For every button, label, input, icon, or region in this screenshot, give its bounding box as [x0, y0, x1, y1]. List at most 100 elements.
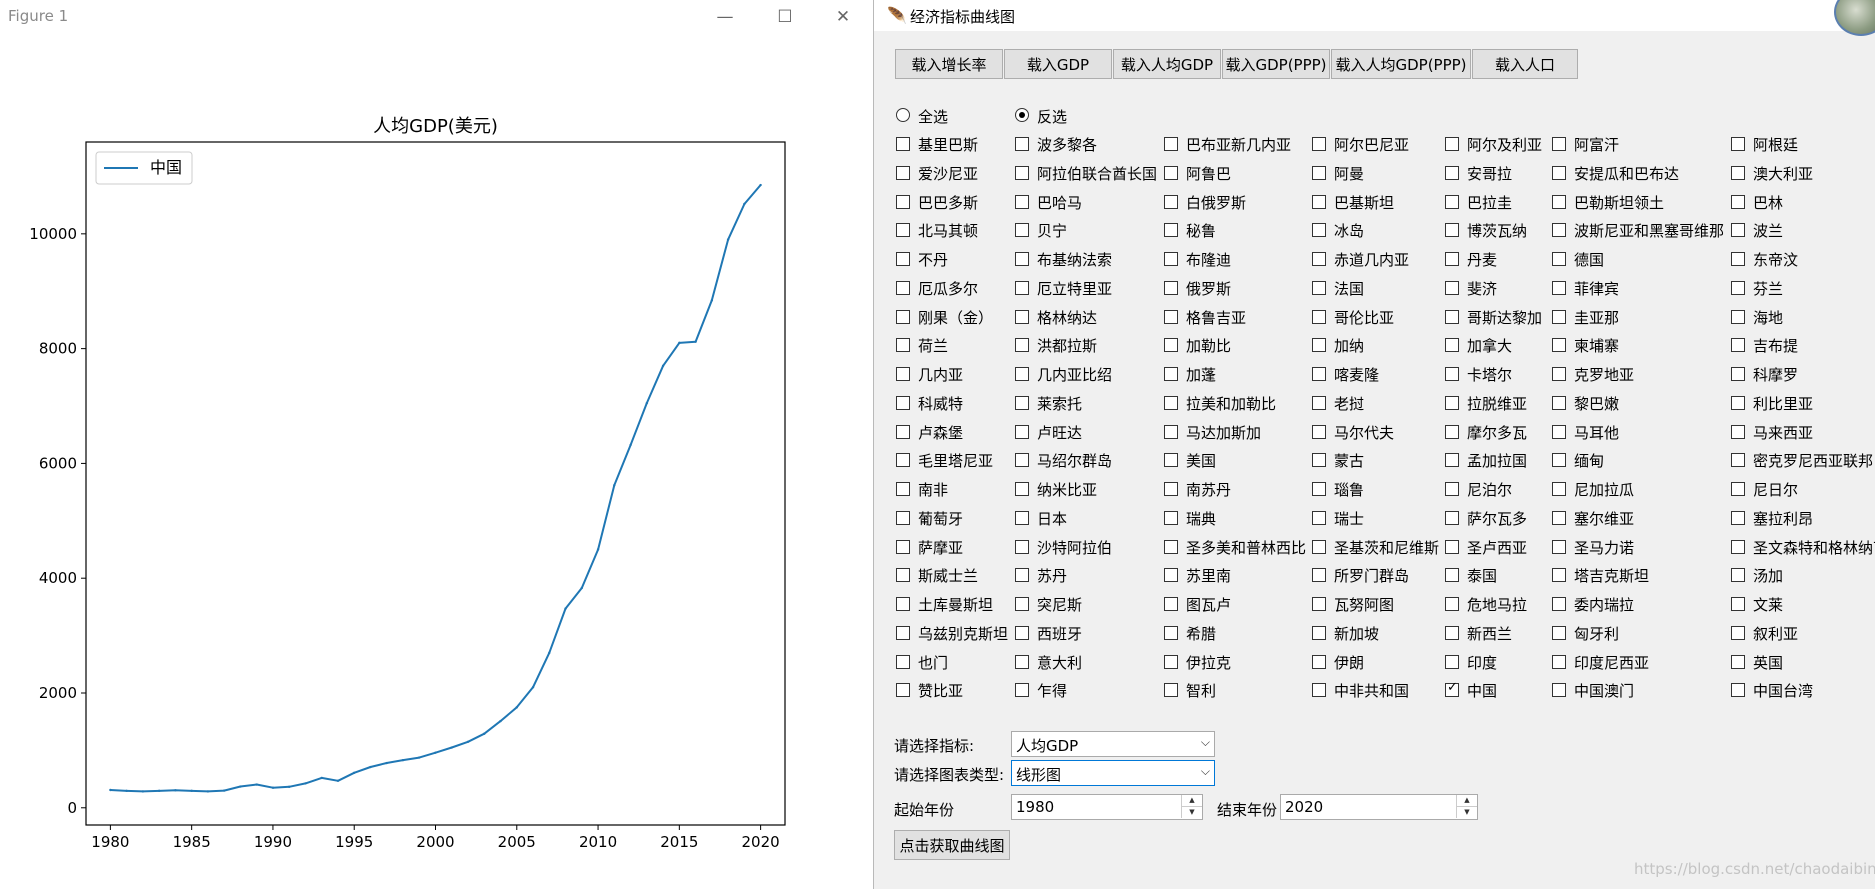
- checkbox-indicator[interactable]: [896, 280, 910, 295]
- checkbox-indicator[interactable]: [1312, 482, 1326, 496]
- checkbox-indicator[interactable]: [1312, 568, 1326, 583]
- checkbox-indicator[interactable]: [1445, 680, 1459, 698]
- checkbox-indicator[interactable]: [1164, 654, 1178, 669]
- checkbox-indicator[interactable]: [1445, 453, 1459, 468]
- checkbox-indicator[interactable]: [1731, 482, 1745, 496]
- checkbox-indicator[interactable]: [896, 395, 910, 410]
- checkbox-indicator[interactable]: [896, 223, 910, 238]
- checkbox-indicator[interactable]: [1015, 395, 1029, 410]
- spin-down-icon[interactable]: ▼: [1456, 807, 1477, 818]
- start-year-spinbox[interactable]: 1980 ▲ ▼: [1011, 794, 1203, 820]
- checkbox-indicator[interactable]: [1015, 625, 1029, 640]
- checkbox-indicator[interactable]: [1015, 165, 1029, 180]
- checkbox-indicator[interactable]: [1164, 568, 1178, 583]
- load-button[interactable]: 载入GDP: [1004, 49, 1112, 79]
- checkbox-indicator[interactable]: [896, 453, 910, 468]
- checkbox-indicator[interactable]: [1312, 309, 1326, 324]
- checkbox-indicator[interactable]: [896, 137, 910, 151]
- checkbox-indicator[interactable]: [1164, 539, 1178, 554]
- checkbox-indicator[interactable]: [1445, 395, 1459, 410]
- checkbox-indicator[interactable]: [1552, 597, 1566, 611]
- checkbox-indicator[interactable]: [1445, 309, 1459, 324]
- checkbox-indicator[interactable]: [1312, 367, 1326, 381]
- checkbox-indicator[interactable]: [1552, 367, 1566, 381]
- checkbox-indicator[interactable]: [896, 683, 910, 698]
- radio-indicator[interactable]: [896, 108, 910, 122]
- checkbox-indicator[interactable]: [1445, 482, 1459, 496]
- checkbox-indicator[interactable]: [1015, 424, 1029, 439]
- checkbox-indicator[interactable]: [1015, 194, 1029, 209]
- checkbox-indicator[interactable]: [1731, 194, 1745, 209]
- checkbox-indicator[interactable]: [1015, 568, 1029, 583]
- checkbox-indicator[interactable]: [896, 309, 910, 324]
- checkbox-indicator[interactable]: [1552, 453, 1566, 468]
- checkbox-indicator[interactable]: [896, 424, 910, 439]
- checkbox-indicator[interactable]: [1731, 165, 1745, 180]
- checkbox-indicator[interactable]: [1731, 510, 1745, 525]
- checkbox-indicator[interactable]: [1164, 367, 1178, 381]
- checkbox-indicator[interactable]: [1731, 395, 1745, 410]
- checkbox-indicator[interactable]: [1015, 252, 1029, 266]
- checkbox-indicator[interactable]: [1552, 568, 1566, 583]
- checkbox-indicator[interactable]: [1312, 453, 1326, 468]
- checkbox-indicator[interactable]: [896, 165, 910, 180]
- load-button[interactable]: 载入增长率: [895, 49, 1003, 79]
- checkbox-indicator[interactable]: [1015, 654, 1029, 669]
- checkbox-indicator[interactable]: [1164, 252, 1178, 266]
- checkbox-indicator[interactable]: [1552, 683, 1566, 698]
- close-button[interactable]: ✕: [823, 2, 863, 32]
- maximize-button[interactable]: ☐: [765, 2, 805, 32]
- checkbox-indicator[interactable]: [1312, 683, 1326, 698]
- checkbox-indicator[interactable]: [1164, 453, 1178, 468]
- checkbox-indicator[interactable]: [1312, 223, 1326, 238]
- checkbox-indicator[interactable]: [896, 482, 910, 496]
- checkbox-indicator[interactable]: [1552, 510, 1566, 525]
- checkbox-indicator[interactable]: [1015, 309, 1029, 324]
- checkbox-indicator[interactable]: [1312, 280, 1326, 295]
- checkbox-indicator[interactable]: [1552, 625, 1566, 640]
- checkbox-indicator[interactable]: [1731, 309, 1745, 324]
- get-chart-button[interactable]: 点击获取曲线图: [894, 830, 1010, 860]
- checkbox-indicator[interactable]: [896, 252, 910, 266]
- checkbox-indicator[interactable]: [1552, 194, 1566, 209]
- checkbox-indicator[interactable]: [1552, 252, 1566, 266]
- checkbox-indicator[interactable]: [1164, 424, 1178, 439]
- checkbox-indicator[interactable]: [896, 367, 910, 381]
- checkbox-indicator[interactable]: [1312, 597, 1326, 611]
- checkbox-indicator[interactable]: [1164, 683, 1178, 698]
- checkbox-indicator[interactable]: [1552, 137, 1566, 151]
- checkbox-indicator[interactable]: [1731, 223, 1745, 238]
- checkbox-indicator[interactable]: [1164, 510, 1178, 525]
- checkbox-indicator[interactable]: [1731, 683, 1745, 698]
- checkbox-indicator[interactable]: [1731, 654, 1745, 669]
- checkbox-indicator[interactable]: [1164, 395, 1178, 410]
- checkbox-indicator[interactable]: [1445, 597, 1459, 611]
- spin-down-icon[interactable]: ▼: [1181, 807, 1202, 818]
- checkbox-indicator[interactable]: [1015, 280, 1029, 295]
- checkbox-indicator[interactable]: [896, 597, 910, 611]
- checkbox-indicator[interactable]: [1445, 625, 1459, 640]
- checkbox-indicator[interactable]: [1552, 654, 1566, 669]
- checkbox-indicator[interactable]: [1312, 338, 1326, 353]
- checkbox-indicator[interactable]: [1015, 510, 1029, 525]
- checkbox-indicator[interactable]: [1552, 165, 1566, 180]
- checkbox-indicator[interactable]: [1552, 539, 1566, 554]
- checkbox-indicator[interactable]: [896, 338, 910, 353]
- load-button[interactable]: 载入人口: [1472, 49, 1578, 79]
- checkbox-indicator[interactable]: [1164, 223, 1178, 238]
- checkbox-indicator[interactable]: [1445, 280, 1459, 295]
- checkbox-indicator[interactable]: [1312, 165, 1326, 180]
- checkbox-indicator[interactable]: [1164, 625, 1178, 640]
- minimize-button[interactable]: —: [705, 2, 745, 32]
- checkbox-indicator[interactable]: [1731, 252, 1745, 266]
- checkbox-indicator[interactable]: [1164, 280, 1178, 295]
- checkbox-indicator[interactable]: [1552, 280, 1566, 295]
- indicator-select[interactable]: 人均GDP ⌵: [1011, 731, 1215, 757]
- checkbox-indicator[interactable]: [1312, 424, 1326, 439]
- spin-up-icon[interactable]: ▲: [1456, 795, 1477, 807]
- checkbox-indicator[interactable]: [1015, 482, 1029, 496]
- load-button[interactable]: 载入人均GDP(PPP): [1331, 49, 1471, 79]
- checkbox-indicator[interactable]: [1552, 309, 1566, 324]
- checkbox-indicator[interactable]: [1445, 165, 1459, 180]
- checkbox-indicator[interactable]: [1552, 338, 1566, 353]
